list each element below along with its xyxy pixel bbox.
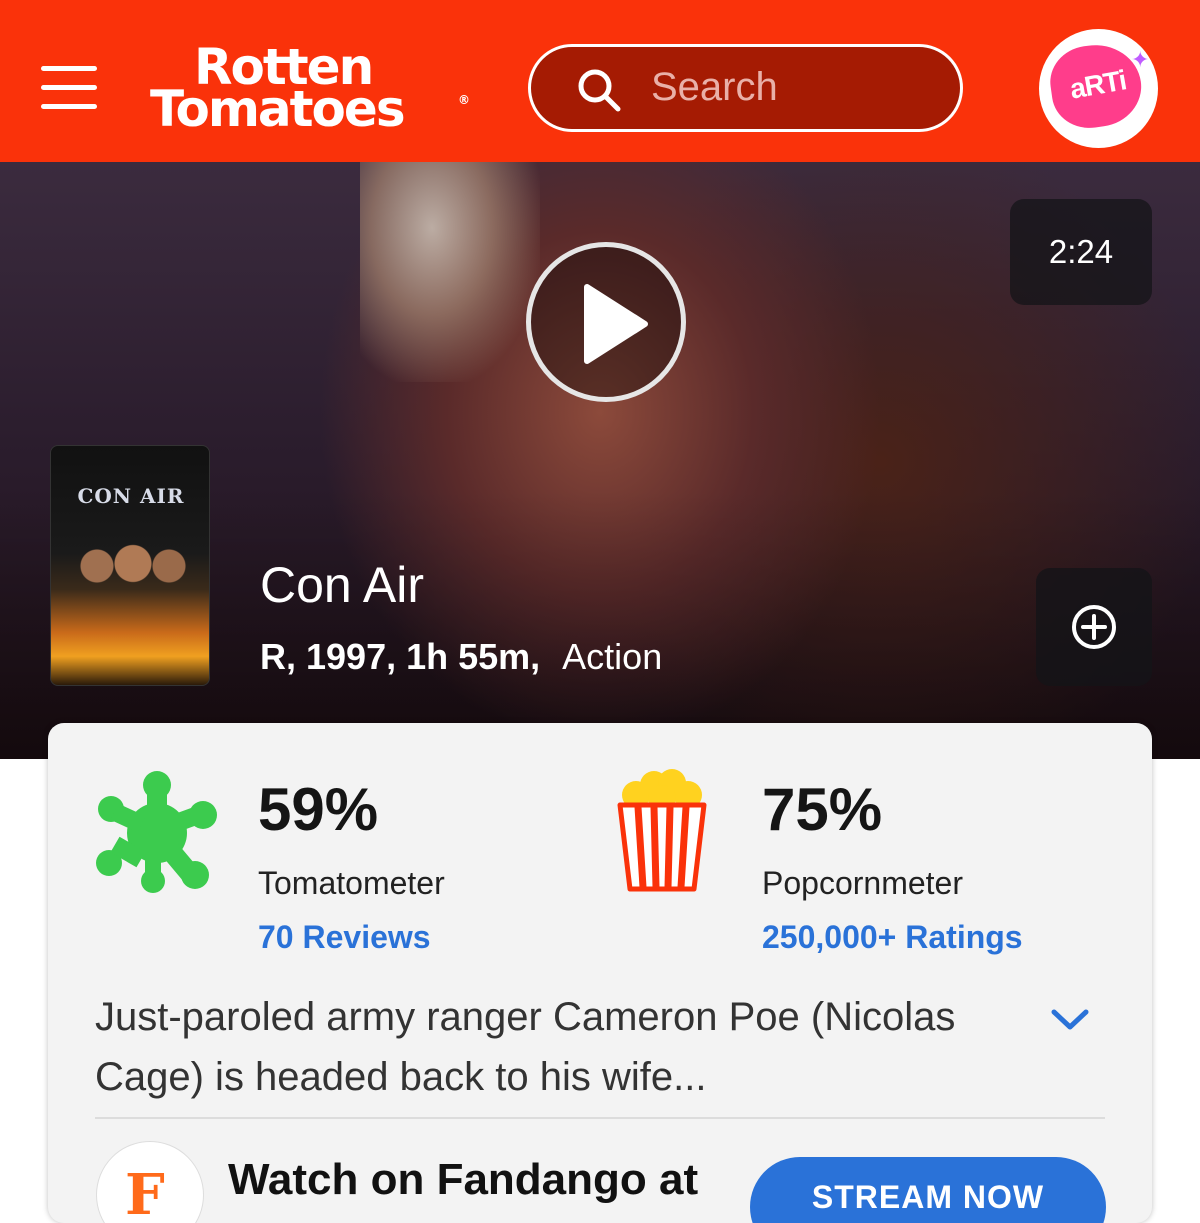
logo-line-2: Tomatoes <box>150 80 406 138</box>
synopsis-text: Just-paroled army ranger Cameron Poe (Ni… <box>95 995 956 1099</box>
top-header: Rotten Tomatoes ® Search aRTi ✦ <box>0 0 1200 162</box>
video-duration-badge: 2:24 <box>1010 199 1152 305</box>
search-input[interactable]: Search <box>528 44 963 132</box>
reviews-link[interactable]: 70 Reviews <box>258 919 431 956</box>
tomatometer-label: Tomatometer <box>258 865 445 901</box>
registered-mark: ® <box>458 93 470 107</box>
rotten-tomatoes-logo[interactable]: Rotten Tomatoes ® <box>150 38 480 138</box>
poster-faces <box>73 541 193 591</box>
search-icon <box>578 69 621 112</box>
popcorn-bucket-icon <box>617 769 707 892</box>
section-divider <box>95 1117 1105 1119</box>
stream-now-button[interactable]: STREAM NOW <box>750 1157 1106 1223</box>
add-to-watchlist-button[interactable] <box>1036 568 1152 686</box>
movie-title: Con Air <box>260 557 424 613</box>
tomatometer-score: 59% <box>258 776 379 843</box>
play-icon <box>584 284 648 364</box>
play-button[interactable] <box>526 242 686 402</box>
plus-circle-icon <box>1072 605 1116 649</box>
poster-title: CON AIR <box>77 484 185 508</box>
fandango-logo-letter: F <box>125 1162 165 1223</box>
menu-bar <box>41 66 97 71</box>
movie-info: R, 1997, 1h 55m, <box>260 636 541 677</box>
green-splat-icon <box>96 771 217 893</box>
menu-bar <box>41 85 97 90</box>
watch-on-text: Watch on Fandango at <box>228 1155 699 1204</box>
movie-genre: Action <box>562 636 663 677</box>
menu-bar <box>41 104 97 109</box>
movie-poster[interactable]: CON AIR <box>50 445 210 686</box>
trailer-hero[interactable]: 2:24 CON AIR Con Air R, 1997, 1h 55m, Act… <box>0 162 1200 759</box>
search-placeholder: Search <box>651 65 778 109</box>
hamburger-menu-icon[interactable] <box>41 66 97 110</box>
fandango-logo: F <box>96 1141 204 1223</box>
sparkle-icon: ✦ <box>1131 47 1150 72</box>
popcornmeter-score: 75% <box>762 776 883 843</box>
score-card: 59% Tomatometer 70 Reviews 75% Popcornme… <box>48 723 1152 1223</box>
chevron-down-icon[interactable] <box>1050 1007 1090 1033</box>
user-avatar[interactable]: aRTi ✦ <box>1039 29 1158 148</box>
ratings-link[interactable]: 250,000+ Ratings <box>762 919 1023 956</box>
movie-meta: R, 1997, 1h 55m, Action <box>260 636 662 678</box>
popcornmeter-label: Popcornmeter <box>762 865 963 901</box>
